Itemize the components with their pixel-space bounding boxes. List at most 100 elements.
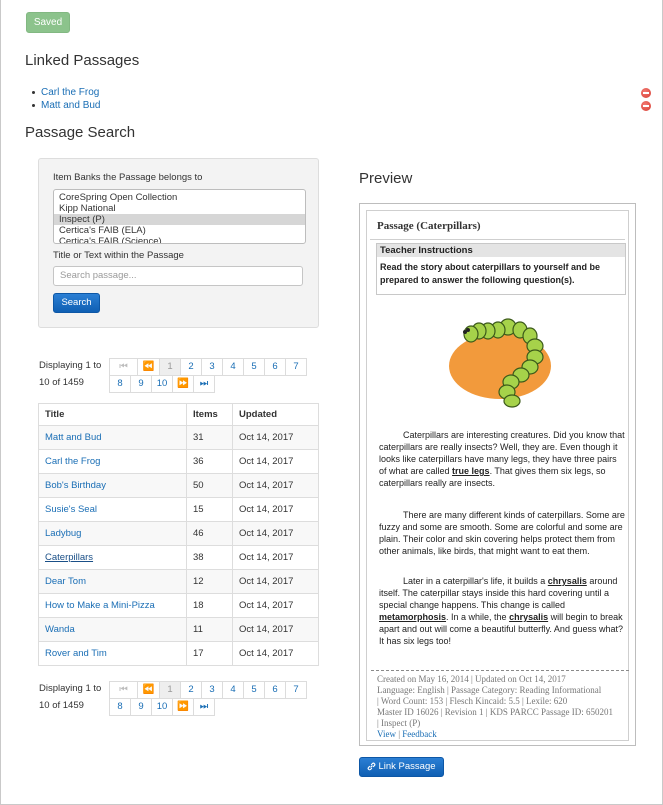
item-bank-option[interactable]: Inspect (P): [54, 214, 305, 225]
divider: [371, 670, 629, 671]
page-link[interactable]: 8: [109, 698, 131, 716]
teacher-instructions-heading: Teacher Instructions: [377, 244, 625, 257]
page-link[interactable]: 5: [243, 681, 265, 699]
linked-passages-list: Carl the Frog Matt and Bud: [32, 86, 100, 112]
page-link[interactable]: 7: [285, 681, 307, 699]
page-link[interactable]: 4: [222, 681, 244, 699]
page-link[interactable]: 1: [159, 681, 181, 699]
linked-passages-heading: Linked Passages: [25, 52, 140, 69]
remove-circle-icon[interactable]: [641, 88, 651, 98]
remove-circle-icon[interactable]: [641, 101, 651, 111]
table-row: Caterpillars 38 Oct 14, 2017: [38, 545, 319, 570]
page-link[interactable]: 7: [285, 358, 307, 376]
pagination-bottom: ⏮ ⏪ 1 2 3 4 5 6 7 8 9 10 ⏩ ⏭: [109, 681, 319, 716]
passage-title-link[interactable]: Wanda: [45, 624, 75, 635]
page-link[interactable]: 3: [201, 358, 223, 376]
prev-page-icon[interactable]: ⏪: [137, 358, 160, 376]
passage-title-link[interactable]: Rover and Tim: [45, 648, 107, 659]
passage-title-link[interactable]: Carl the Frog: [45, 456, 100, 467]
link-icon: [368, 762, 376, 771]
next-page-icon[interactable]: ⏩: [172, 375, 194, 393]
bullet-icon: [32, 104, 35, 107]
table-row: Ladybug 46 Oct 14, 2017: [38, 521, 319, 546]
first-page-icon[interactable]: ⏮: [109, 681, 138, 699]
page-link[interactable]: 9: [130, 698, 152, 716]
page-link[interactable]: 5: [243, 358, 265, 376]
items-count: 15: [186, 497, 233, 522]
passage-title: Passage (Caterpillars): [377, 220, 481, 232]
updated-date: Oct 14, 2017: [232, 425, 319, 450]
first-page-icon[interactable]: ⏮: [109, 358, 138, 376]
item-bank-select[interactable]: CoreSpring Open Collection Kipp National…: [53, 189, 306, 244]
table-row: Rover and Tim 17 Oct 14, 2017: [38, 641, 319, 666]
page-link[interactable]: 2: [180, 681, 202, 699]
updated-date: Oct 14, 2017: [232, 449, 319, 474]
feedback-link[interactable]: Feedback: [402, 729, 436, 739]
vocab-term: metamorphosis: [379, 612, 447, 622]
updated-date: Oct 14, 2017: [232, 473, 319, 498]
passage-title-link[interactable]: Caterpillars: [45, 552, 93, 563]
displaying-count: Displaying 1 to 10 of 1459: [39, 357, 109, 391]
item-bank-option[interactable]: CoreSpring Open Collection: [54, 192, 305, 203]
saved-button[interactable]: Saved: [26, 12, 70, 33]
link-passage-label: Link Passage: [378, 761, 436, 772]
table-row: Wanda 11 Oct 14, 2017: [38, 617, 319, 642]
last-page-icon[interactable]: ⏭: [193, 698, 215, 716]
passage-title-link[interactable]: Susie's Seal: [45, 504, 97, 515]
prev-page-icon[interactable]: ⏪: [137, 681, 160, 699]
updated-date: Oct 14, 2017: [232, 593, 319, 618]
column-header-items[interactable]: Items: [186, 403, 233, 426]
table-row: Dear Tom 12 Oct 14, 2017: [38, 569, 319, 594]
page-link[interactable]: 3: [201, 681, 223, 699]
item-bank-option[interactable]: Kipp National: [54, 203, 305, 214]
passage-title-link[interactable]: Ladybug: [45, 528, 81, 539]
page-link[interactable]: 2: [180, 358, 202, 376]
updated-date: Oct 14, 2017: [232, 545, 319, 570]
divider: [370, 239, 625, 240]
search-input[interactable]: Search passage...: [53, 266, 303, 286]
next-page-icon[interactable]: ⏩: [172, 698, 194, 716]
table-row: How to Make a Mini-Pizza 18 Oct 14, 2017: [38, 593, 319, 618]
page-link[interactable]: 9: [130, 375, 152, 393]
paragraph-text: Later in a caterpillar's life, it builds…: [403, 576, 548, 586]
column-header-title[interactable]: Title: [38, 403, 187, 426]
page-link[interactable]: 10: [151, 698, 173, 716]
column-header-updated[interactable]: Updated: [232, 403, 319, 426]
page-link[interactable]: 6: [264, 358, 286, 376]
passage-title-link[interactable]: How to Make a Mini-Pizza: [45, 600, 155, 611]
vocab-term: chrysalis: [509, 612, 549, 622]
meta-line: Master ID 16026 | Revision 1 | KDS PARCC…: [377, 707, 614, 717]
linked-passage-link[interactable]: Carl the Frog: [41, 87, 99, 98]
item-banks-label: Item Banks the Passage belongs to: [53, 172, 203, 183]
link-passage-button[interactable]: Link Passage: [359, 757, 444, 777]
preview-panel: Passage (Caterpillars) Teacher Instructi…: [359, 203, 636, 746]
page-link[interactable]: 4: [222, 358, 244, 376]
view-link[interactable]: View: [377, 729, 396, 739]
caterpillar-illustration: [449, 318, 551, 408]
list-item: Carl the Frog: [32, 86, 100, 99]
passage-title-link[interactable]: Bob's Birthday: [45, 480, 106, 491]
last-page-icon[interactable]: ⏭: [193, 375, 215, 393]
page-link[interactable]: 1: [159, 358, 181, 376]
preview-heading: Preview: [359, 170, 413, 187]
page-link[interactable]: 6: [264, 681, 286, 699]
pagination-top: ⏮ ⏪ 1 2 3 4 5 6 7 8 9 10 ⏩ ⏭: [109, 358, 319, 393]
preview-document: Passage (Caterpillars) Teacher Instructi…: [366, 210, 629, 741]
search-button[interactable]: Search: [53, 293, 100, 313]
items-count: 46: [186, 521, 233, 546]
item-bank-option[interactable]: Certica's FAIB (ELA): [54, 225, 305, 236]
link-separator: |: [398, 729, 401, 739]
items-count: 18: [186, 593, 233, 618]
list-item: Matt and Bud: [32, 99, 100, 112]
teacher-instructions-box: Teacher Instructions Read the story abou…: [376, 243, 626, 295]
item-bank-option[interactable]: Certica's FAIB (Science): [54, 236, 305, 243]
passage-title-link[interactable]: Matt and Bud: [45, 432, 102, 443]
page-link[interactable]: 8: [109, 375, 131, 393]
meta-line: Language: English | Passage Category: Re…: [377, 685, 602, 695]
passage-title-link[interactable]: Dear Tom: [45, 576, 86, 587]
linked-passage-link[interactable]: Matt and Bud: [41, 100, 100, 111]
displaying-line: 10 of 1459: [39, 700, 84, 711]
page-link[interactable]: 10: [151, 375, 173, 393]
updated-date: Oct 14, 2017: [232, 617, 319, 642]
passage-paragraph: Caterpillars are interesting creatures. …: [379, 429, 625, 489]
